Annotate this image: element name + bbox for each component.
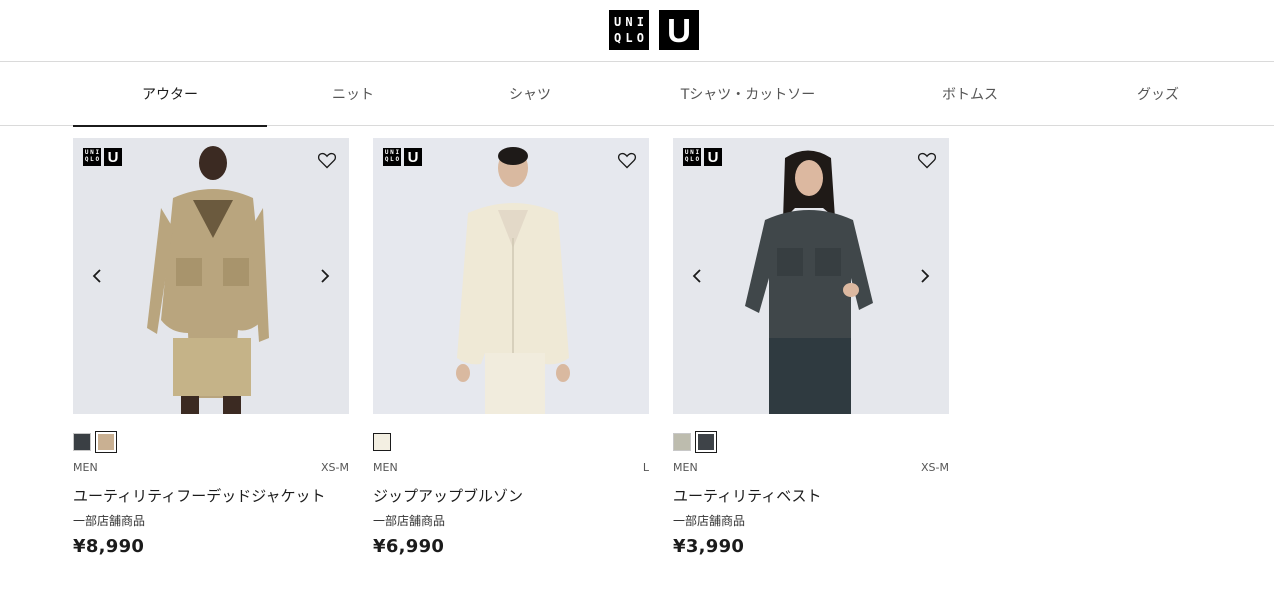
availability-note: 一部店舗商品 bbox=[73, 514, 146, 528]
product-image[interactable]: U N I Q L O U bbox=[673, 138, 949, 414]
product-image[interactable]: U N I Q L O U bbox=[373, 138, 649, 414]
gender-label: MEN bbox=[673, 461, 698, 474]
heart-icon[interactable] bbox=[617, 150, 637, 170]
product-name[interactable]: ジップアップブルゾン bbox=[373, 485, 649, 505]
mini-logo-u: U bbox=[707, 148, 719, 166]
product-price: ¥6,990 bbox=[373, 536, 445, 557]
uniqlo-u-badge: U N I Q L O U bbox=[83, 148, 122, 166]
logo-letter: O bbox=[636, 31, 644, 45]
product-name[interactable]: ユーティリティベスト bbox=[673, 485, 949, 505]
product-card[interactable]: U N I Q L O U MEN XS-M ユーティリティベスト 一部店舗商品… bbox=[673, 138, 949, 557]
tab-label: シャツ bbox=[509, 87, 551, 103]
product-price: ¥8,990 bbox=[73, 536, 145, 557]
chevron-left-icon[interactable] bbox=[85, 264, 109, 288]
chevron-right-icon[interactable] bbox=[913, 264, 937, 288]
logo-letter: Q bbox=[614, 31, 622, 45]
site-header: U N I Q L O U bbox=[0, 0, 1274, 62]
color-swatches bbox=[373, 432, 649, 452]
heart-icon[interactable] bbox=[917, 150, 937, 170]
color-swatch[interactable] bbox=[373, 433, 391, 451]
logo-letter: I bbox=[636, 15, 644, 29]
uniqlo-u-logo[interactable]: U N I Q L O U bbox=[609, 10, 699, 50]
size-range: L bbox=[642, 461, 649, 474]
color-swatch[interactable] bbox=[673, 433, 691, 451]
mini-logo-u: U bbox=[107, 148, 119, 166]
product-meta: MEN L bbox=[373, 461, 649, 475]
uniqlo-u-badge: U N I Q L O U bbox=[683, 148, 722, 166]
gender-label: MEN bbox=[73, 461, 98, 474]
color-swatch[interactable] bbox=[73, 433, 91, 451]
chevron-right-icon[interactable] bbox=[313, 264, 337, 288]
model-photo bbox=[673, 138, 949, 414]
u-logo[interactable]: U bbox=[659, 10, 699, 50]
tab-label: アウター bbox=[142, 87, 198, 103]
mini-logo-letter: O bbox=[95, 156, 100, 163]
u-mini-logo: U bbox=[704, 148, 722, 166]
logo-letter: L bbox=[625, 31, 633, 45]
tab-label: ニット bbox=[332, 87, 374, 103]
gender-label: MEN bbox=[373, 461, 398, 474]
logo-letter: U bbox=[614, 15, 622, 29]
product-card[interactable]: U N I Q L O U MEN XS-M ユーティリティフーデッドジャケット… bbox=[73, 138, 349, 557]
model-photo bbox=[73, 138, 349, 414]
uniqlo-u-badge: U N I Q L O U bbox=[383, 148, 422, 166]
product-card[interactable]: U N I Q L O U MEN L ジップアップブルゾン 一部店舗商品 ¥6… bbox=[373, 138, 649, 557]
size-range: XS-M bbox=[921, 461, 949, 474]
tab-bottoms[interactable]: ボトムス bbox=[880, 62, 1060, 126]
u-logo-letter: U bbox=[667, 11, 691, 49]
u-mini-logo: U bbox=[404, 148, 422, 166]
logo-letter: N bbox=[625, 15, 633, 29]
product-meta: MEN XS-M bbox=[73, 461, 349, 475]
availability-note: 一部店舗商品 bbox=[373, 514, 446, 528]
color-swatch-selected[interactable] bbox=[695, 431, 717, 453]
product-image[interactable]: U N I Q L O U bbox=[73, 138, 349, 414]
mini-logo-letter: O bbox=[695, 156, 700, 163]
tab-outer[interactable]: アウター bbox=[73, 62, 267, 127]
mini-logo-letter: O bbox=[395, 156, 400, 163]
uniqlo-mini-logo: U N I Q L O bbox=[383, 148, 401, 166]
uniqlo-mini-logo: U N I Q L O bbox=[683, 148, 701, 166]
size-range: XS-M bbox=[321, 461, 349, 474]
tab-label: ボトムス bbox=[942, 87, 998, 103]
tab-label: Tシャツ・カットソー bbox=[680, 87, 816, 103]
mini-logo-u: U bbox=[407, 148, 419, 166]
availability-note: 一部店舗商品 bbox=[673, 514, 746, 528]
product-name[interactable]: ユーティリティフーデッドジャケット bbox=[73, 485, 349, 505]
u-mini-logo: U bbox=[104, 148, 122, 166]
category-tabs: アウター ニット シャツ Tシャツ・カットソー ボトムス グッズ bbox=[0, 62, 1274, 127]
uniqlo-logo[interactable]: U N I Q L O bbox=[609, 10, 649, 50]
tab-shirts[interactable]: シャツ bbox=[440, 62, 620, 126]
tab-knit[interactable]: ニット bbox=[267, 62, 439, 126]
color-swatch-selected[interactable] bbox=[95, 431, 117, 453]
tab-label: グッズ bbox=[1137, 87, 1179, 103]
heart-icon[interactable] bbox=[317, 150, 337, 170]
color-swatches bbox=[73, 431, 349, 453]
model-photo bbox=[373, 138, 649, 414]
chevron-left-icon[interactable] bbox=[685, 264, 709, 288]
product-price: ¥3,990 bbox=[673, 536, 745, 557]
tab-tshirts[interactable]: Tシャツ・カットソー bbox=[640, 62, 856, 126]
color-swatches bbox=[673, 431, 949, 453]
product-meta: MEN XS-M bbox=[673, 461, 949, 475]
uniqlo-mini-logo: U N I Q L O bbox=[83, 148, 101, 166]
tab-goods[interactable]: グッズ bbox=[1070, 62, 1246, 126]
